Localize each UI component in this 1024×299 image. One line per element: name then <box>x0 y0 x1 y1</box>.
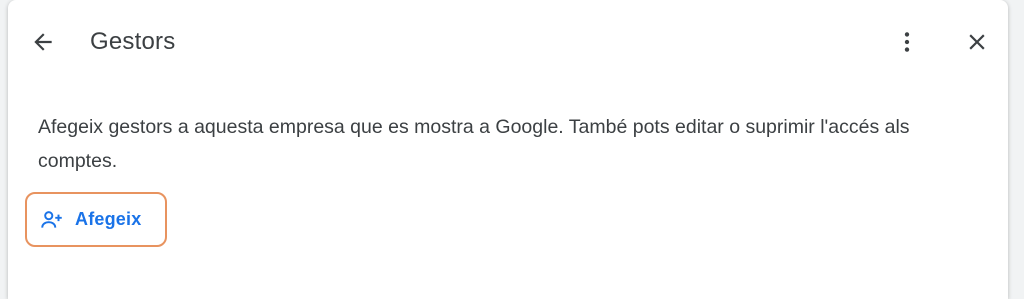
back-button[interactable] <box>23 22 63 62</box>
managers-dialog: Gestors Afegeix gestors a aquesta empres… <box>8 0 1008 299</box>
dialog-header: Gestors <box>8 0 1008 84</box>
dialog-title: Gestors <box>90 28 176 55</box>
person-add-icon <box>39 207 65 233</box>
more-vert-icon <box>904 32 910 52</box>
arrow-back-icon <box>34 33 52 51</box>
add-manager-button[interactable]: Afegeix <box>25 192 167 247</box>
close-icon <box>969 34 985 50</box>
add-manager-label: Afegeix <box>75 209 142 229</box>
more-options-button[interactable] <box>887 22 927 62</box>
description-text: Afegeix gestors a aquesta empresa que es… <box>38 116 910 172</box>
close-button[interactable] <box>957 22 997 62</box>
